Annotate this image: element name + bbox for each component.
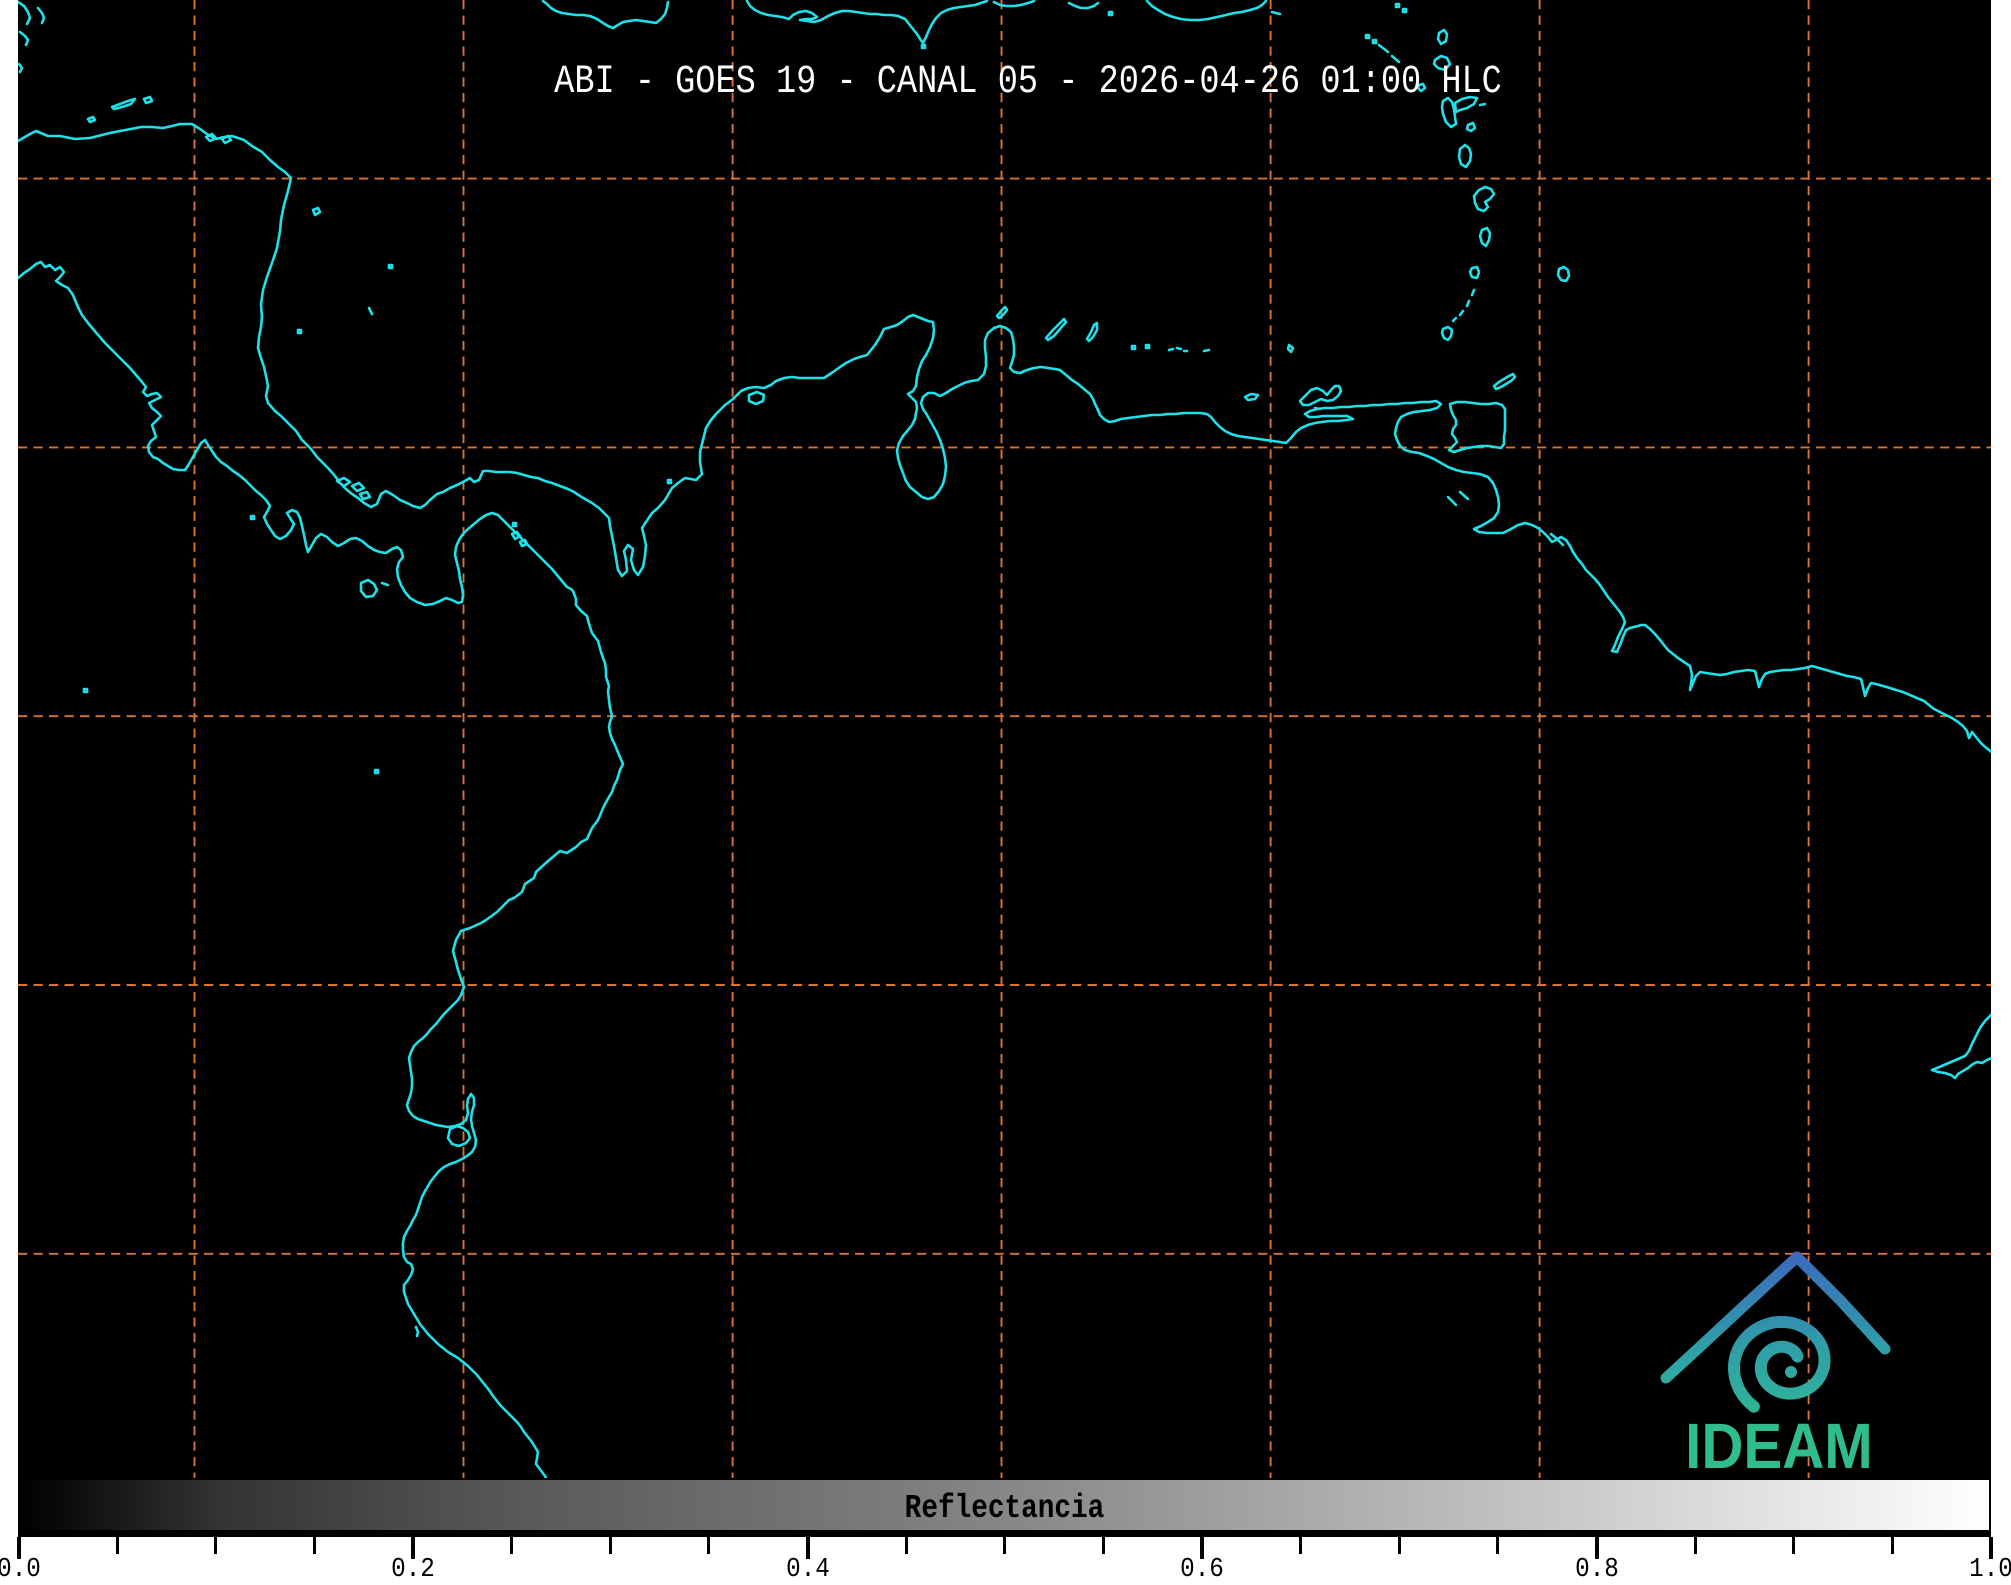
svg-text:IDEAM: IDEAM bbox=[1685, 1410, 1873, 1478]
